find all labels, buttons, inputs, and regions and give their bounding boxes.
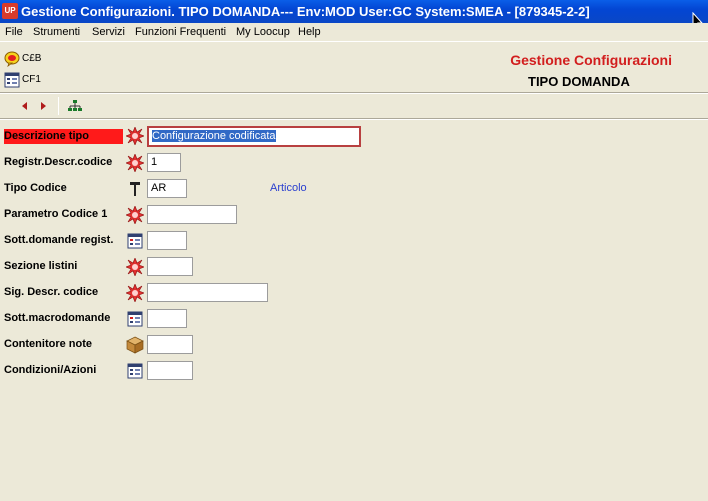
menu-servizi[interactable]: Servizi: [92, 26, 125, 38]
required-burst-icon[interactable]: [126, 284, 144, 302]
sezione-listini-input[interactable]: [147, 257, 193, 276]
field-label-contenitore-note: Contenitore note: [4, 338, 92, 350]
field-label-sezione-listini: Sezione listini: [4, 260, 78, 272]
sig-descr-codice-input[interactable]: [147, 283, 268, 302]
menu-help[interactable]: Help: [298, 26, 321, 38]
descrizione-tipo-value: Configurazione codificata: [152, 130, 276, 142]
field-label-sig-descr-codice: Sig. Descr. codice: [4, 286, 99, 298]
help-bubble-icon[interactable]: [4, 51, 20, 67]
field-label-sott-domande-regist: Sott.domande regist.: [4, 234, 114, 246]
header-code-cf1: CF1: [22, 74, 41, 85]
form-list-icon[interactable]: [126, 310, 144, 328]
page-title: Gestione Configurazioni: [510, 52, 672, 68]
field-label-parametro-codice-1: Parametro Codice 1: [4, 208, 108, 220]
menu-funzioni-frequenti[interactable]: Funzioni Frequenti: [135, 26, 226, 38]
field-label-tipo-codice: Tipo Codice: [4, 182, 67, 194]
field-label-registr-descr-codice: Registr.Descr.codice: [4, 156, 113, 168]
previous-arrow-icon[interactable]: [18, 99, 32, 113]
package-icon[interactable]: [126, 336, 144, 354]
condizioni-azioni-input[interactable]: [147, 361, 193, 380]
form-list-icon[interactable]: [126, 232, 144, 250]
descrizione-tipo-input[interactable]: Configurazione codificata: [147, 126, 361, 147]
next-arrow-icon[interactable]: [36, 99, 50, 113]
page-subtitle: TIPO DOMANDA: [528, 74, 630, 89]
parametro-codice-1-input[interactable]: [147, 205, 237, 224]
required-burst-icon[interactable]: [126, 154, 144, 172]
menu-file[interactable]: File: [5, 26, 23, 38]
sott-domande-regist-input[interactable]: [147, 231, 187, 250]
menu-strumenti[interactable]: Strumenti: [33, 26, 80, 38]
required-burst-icon[interactable]: [126, 206, 144, 224]
window-title-bar: UP Gestione Configurazioni. TIPO DOMANDA…: [0, 0, 708, 30]
form-list-icon[interactable]: [4, 72, 20, 88]
pin-icon[interactable]: [126, 180, 144, 198]
tipo-codice-input[interactable]: AR: [147, 179, 187, 198]
sott-macrodomande-input[interactable]: [147, 309, 187, 328]
window-title: Gestione Configurazioni. TIPO DOMANDA---…: [21, 4, 590, 19]
required-burst-icon[interactable]: [126, 258, 144, 276]
divider: [0, 92, 708, 94]
tree-structure-icon[interactable]: [68, 99, 82, 113]
menu-bar: File Strumenti Servizi Funzioni Frequent…: [0, 23, 708, 42]
menu-my-loocup[interactable]: My Loocup: [236, 26, 290, 38]
header-code-ceb: C£B: [22, 53, 42, 64]
field-label-descrizione-tipo: Descrizione tipo: [4, 129, 123, 144]
field-label-condizioni-azioni: Condizioni/Azioni: [4, 364, 97, 376]
tipo-codice-description: Articolo: [270, 182, 307, 194]
field-label-sott-macrodomande: Sott.macrodomande: [4, 312, 111, 324]
contenitore-note-input[interactable]: [147, 335, 193, 354]
app-logo-icon: UP: [2, 3, 18, 19]
toolbar-separator: [58, 97, 59, 115]
required-burst-icon[interactable]: [126, 127, 144, 145]
form-list-icon[interactable]: [126, 362, 144, 380]
divider: [0, 118, 708, 120]
registr-descr-codice-input[interactable]: 1: [147, 153, 181, 172]
